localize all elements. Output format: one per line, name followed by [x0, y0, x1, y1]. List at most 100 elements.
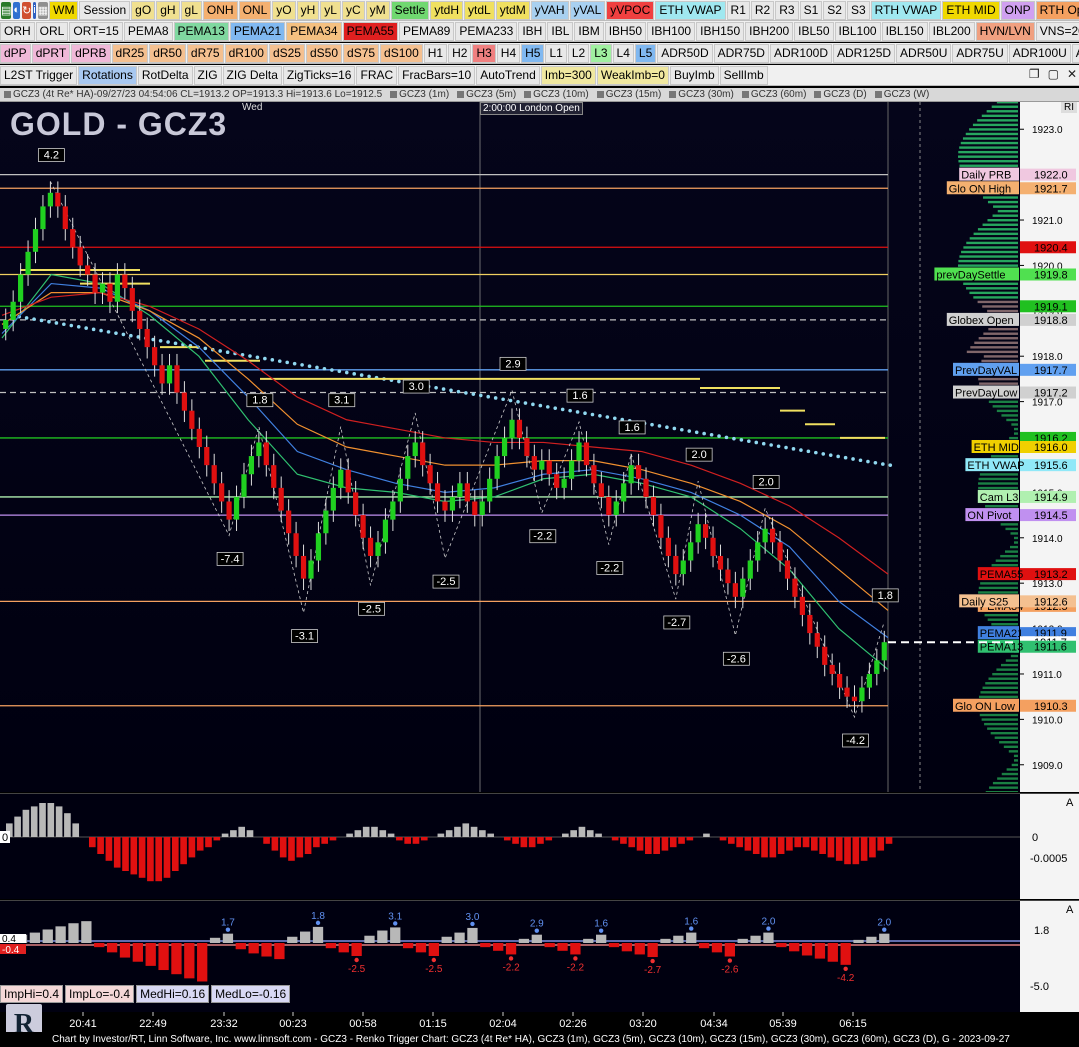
toggle-l1[interactable]: L1	[545, 43, 567, 63]
toggle-ibh150[interactable]: IBH150	[696, 21, 745, 41]
toggle-pema89[interactable]: PEMA89	[398, 21, 455, 41]
toggle-l2st-trigger[interactable]: L2ST Trigger	[0, 65, 78, 85]
toggle-rth-open[interactable]: RTH Open	[1035, 0, 1079, 20]
toggle-fracbars-10[interactable]: FracBars=10	[398, 65, 476, 85]
toggle-ytdl[interactable]: ytdL	[464, 0, 495, 20]
chart-tab[interactable]: GCZ3 (4t Re* HA)-09/27/23 04:54:06 CL=19…	[0, 89, 386, 100]
toggle-ym[interactable]: yM	[365, 0, 390, 20]
toggle-h1[interactable]: H1	[423, 43, 448, 63]
toggle-pema8[interactable]: PEMA8	[123, 21, 173, 41]
toggle-l5[interactable]: L5	[634, 43, 657, 63]
toggle-dr25[interactable]: dR25	[111, 43, 149, 63]
toggle-adr75d[interactable]: ADR75D	[713, 43, 769, 63]
toggle-ds100[interactable]: dS100	[380, 43, 423, 63]
toggle-yval[interactable]: yVAL	[569, 0, 606, 20]
toggle-adr50d[interactable]: ADR50D	[657, 43, 713, 63]
toggle-pema55[interactable]: PEMA55	[342, 21, 398, 41]
maximize-icon[interactable]: ▢	[1048, 67, 1059, 81]
restore-icon[interactable]: ❐	[1029, 67, 1040, 81]
chart-tab[interactable]: GCZ3 (W)	[871, 89, 934, 100]
toggle-s2[interactable]: S2	[823, 0, 846, 20]
toggle-adr100u[interactable]: ADR100U	[1008, 43, 1071, 63]
main-price-chart[interactable]: 1909.01910.01911.01912.01913.01914.01915…	[0, 102, 1079, 792]
toggle-dr75[interactable]: dR75	[186, 43, 224, 63]
chart-tab[interactable]: GCZ3 (15m)	[593, 89, 666, 100]
chart-tab[interactable]: GCZ3 (1m)	[386, 89, 453, 100]
color-wheel-icon[interactable]: ◐	[13, 1, 21, 19]
toggle-h4[interactable]: H4	[496, 43, 521, 63]
chart-icon[interactable]: ▤	[1, 1, 12, 19]
toggle-rth-vwap[interactable]: RTH VWAP	[870, 0, 942, 20]
toggle-dprt[interactable]: dPRT	[31, 43, 71, 63]
oscillator-panel-1[interactable]: A 0 -0.0005 0	[0, 793, 1079, 899]
toggle-r1[interactable]: R1	[726, 0, 750, 20]
toggle-zig-delta[interactable]: ZIG Delta	[222, 65, 282, 85]
chart-tab[interactable]: GCZ3 (30m)	[665, 89, 738, 100]
toggle-ibl150[interactable]: IBL150	[881, 21, 928, 41]
toggle-ibl50[interactable]: IBL50	[794, 21, 834, 41]
toggle-adr100d[interactable]: ADR100D	[769, 43, 833, 63]
chart-tab[interactable]: GCZ3 (D)	[810, 89, 870, 100]
toggle-autotrend[interactable]: AutoTrend	[476, 65, 540, 85]
toggle-onh[interactable]: ONH	[202, 0, 238, 20]
toggle-dpp[interactable]: dPP	[0, 43, 31, 63]
toggle-vns-20[interactable]: VNS=20	[1035, 21, 1079, 41]
layout-icon[interactable]: ▦	[37, 1, 49, 19]
toggle-l3[interactable]: L3	[590, 43, 612, 63]
toggle-zig[interactable]: ZIG	[193, 65, 222, 85]
toggle-h3[interactable]: H3	[472, 43, 496, 63]
chart-tab[interactable]: GCZ3 (5m)	[453, 89, 520, 100]
toggle-s3[interactable]: S3	[846, 0, 870, 20]
toggle-ibm[interactable]: IBM	[574, 21, 604, 41]
toggle-session[interactable]: Session	[79, 0, 131, 20]
close-icon[interactable]: ✕	[1067, 67, 1077, 81]
toggle-eth-vwap[interactable]: ETH VWAP	[655, 0, 726, 20]
toggle-eth-mid[interactable]: ETH MID	[942, 0, 1000, 20]
toggle-hvn-lvn[interactable]: HVN/LVN	[975, 21, 1035, 41]
toggle-weakimb-0[interactable]: WeakImb=0	[596, 65, 669, 85]
toggle-ibh100[interactable]: IBH100	[647, 21, 696, 41]
toggle-ibl200[interactable]: IBL200	[928, 21, 975, 41]
oscillator-panel-2[interactable]: 1.7 1.8 3.1 3.0 2.9 1.6 1.6 2.0 2.0 -2.5 -2.5 -2.2 -…	[0, 900, 1079, 1012]
toggle-buyimb[interactable]: BuyImb	[669, 65, 719, 85]
toggle-ibl[interactable]: IBL	[547, 21, 574, 41]
toggle-ds75[interactable]: dS75	[343, 43, 380, 63]
toggle-yh[interactable]: yH	[296, 0, 320, 20]
toggle-zigticks-16[interactable]: ZigTicks=16	[282, 65, 356, 85]
toggle-orl[interactable]: ORL	[35, 21, 69, 41]
toggle-adr50u[interactable]: ADR50U	[896, 43, 952, 63]
toggle-yvpoc[interactable]: yVPOC	[606, 0, 655, 20]
toggle-imb-300[interactable]: Imb=300	[540, 65, 596, 85]
ri-label[interactable]: RI	[1061, 102, 1077, 113]
toggle-r2[interactable]: R2	[750, 0, 775, 20]
toggle-h2[interactable]: H2	[448, 43, 472, 63]
toggle-dr50[interactable]: dR50	[149, 43, 186, 63]
toggle-ibh[interactable]: IBH	[518, 21, 547, 41]
toggle-sellimb[interactable]: SellImb	[719, 65, 768, 85]
toggle-ort-15[interactable]: ORT=15	[69, 21, 123, 41]
toggle-s1[interactable]: S1	[799, 0, 823, 20]
toggle-pema13[interactable]: PEMA13	[173, 21, 229, 41]
toggle-yvah[interactable]: yVAH	[530, 0, 569, 20]
toggle-onp[interactable]: ONP	[1000, 0, 1035, 20]
toggle-l4[interactable]: L4	[612, 43, 634, 63]
toggle-settle[interactable]: Settle	[390, 0, 430, 20]
toggle-ibl100[interactable]: IBL100	[834, 21, 881, 41]
toggle-go[interactable]: gO	[131, 0, 156, 20]
info-icon[interactable]: i	[33, 1, 36, 19]
toggle-ytdh[interactable]: ytdH	[430, 0, 463, 20]
toggle-ibh200[interactable]: IBH200	[745, 21, 794, 41]
toggle-ytdm[interactable]: ytdM	[495, 0, 530, 20]
refresh-icon[interactable]: ↻	[22, 1, 32, 19]
toggle-wm[interactable]: WM	[49, 0, 79, 20]
toggle-l2[interactable]: L2	[567, 43, 590, 63]
toggle-gh[interactable]: gH	[156, 0, 180, 20]
toggle-dprb[interactable]: dPRB	[71, 43, 111, 63]
toggle-ibh50[interactable]: IBH50	[604, 21, 647, 41]
toggle-frac[interactable]: FRAC	[356, 65, 398, 85]
toggle-dr100[interactable]: dR100	[224, 43, 268, 63]
toggle-pema34[interactable]: PEMA34	[286, 21, 342, 41]
toggle-adr125d[interactable]: ADR125D	[833, 43, 896, 63]
toggle-onl[interactable]: ONL	[238, 0, 272, 20]
toggle-adr75u[interactable]: ADR75U	[952, 43, 1008, 63]
